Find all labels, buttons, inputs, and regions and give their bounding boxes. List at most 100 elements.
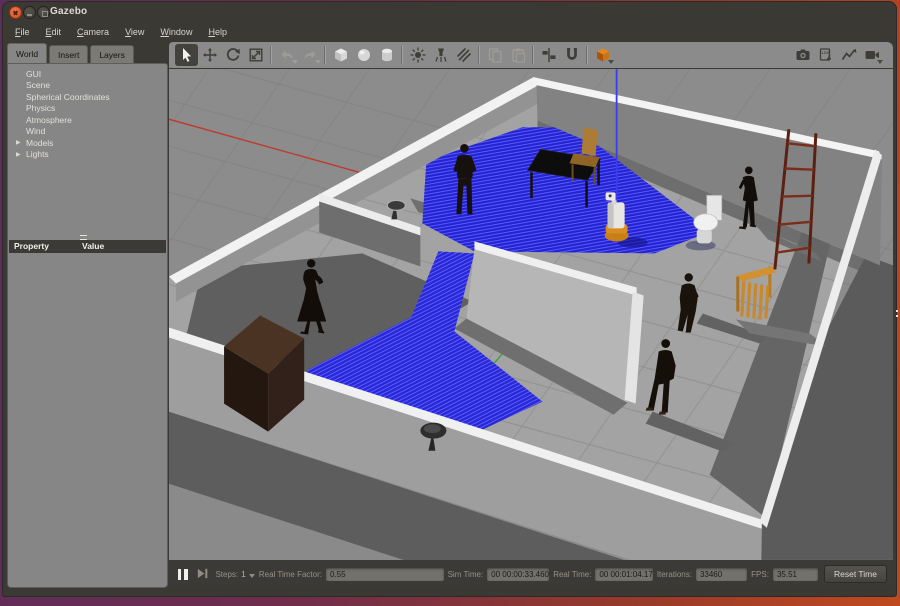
- directional-light-icon: [454, 47, 473, 63]
- toolbar-separator: [532, 46, 534, 64]
- screenshot-button[interactable]: [791, 44, 814, 66]
- redo-button[interactable]: [298, 44, 321, 66]
- maximize-window-icon[interactable]: [37, 6, 50, 19]
- steps-spinner[interactable]: Steps: 1: [215, 569, 254, 579]
- fps-value: 35.51: [773, 568, 818, 581]
- property-table-header: Property Value: [9, 240, 166, 253]
- steps-value: 1: [241, 569, 246, 579]
- sim-time-label: Sim Time:: [448, 570, 484, 579]
- iterations-value: 33460: [696, 568, 747, 581]
- box-button[interactable]: [329, 44, 352, 66]
- video-record-button[interactable]: [860, 44, 883, 66]
- copy-button[interactable]: [483, 44, 506, 66]
- data-logger-icon: LOG: [816, 47, 835, 63]
- toolbar-right-group: LOG: [791, 44, 883, 66]
- panel-tabs: WorldInsertLayers: [7, 43, 134, 63]
- cylinder-button[interactable]: [375, 44, 398, 66]
- main-toolbar: LOG: [169, 42, 893, 68]
- translate-button[interactable]: [198, 44, 221, 66]
- tree-item-gui[interactable]: GUI: [8, 68, 167, 80]
- menu-bar: FileEditCameraViewWindowHelp: [3, 24, 896, 42]
- tree-item-scene[interactable]: Scene: [8, 80, 167, 92]
- rtf-label: Real Time Factor:: [259, 570, 322, 579]
- status-bar: Steps: 1 Real Time Factor: 0.55 Sim Time…: [169, 560, 893, 588]
- rtf-value: 0.55: [326, 568, 444, 581]
- menu-edit[interactable]: Edit: [38, 24, 70, 42]
- reset-time-button[interactable]: Reset Time: [824, 565, 887, 583]
- tree-item-physics[interactable]: Physics: [8, 103, 167, 115]
- copy-icon: [485, 47, 504, 63]
- menu-view[interactable]: View: [117, 24, 152, 42]
- align-button[interactable]: [537, 44, 560, 66]
- cylinder-icon: [377, 47, 396, 63]
- window-title: Gazebo: [50, 6, 87, 17]
- real-time-label: Real Time:: [553, 570, 591, 579]
- property-column-header: Property: [9, 240, 82, 253]
- toolbar-separator: [586, 46, 588, 64]
- step-button[interactable]: [194, 565, 211, 583]
- sphere-icon: [354, 47, 373, 63]
- snap-button[interactable]: [560, 44, 583, 66]
- menu-window[interactable]: Window: [152, 24, 200, 42]
- expand-arrow-icon[interactable]: ▶: [16, 151, 26, 158]
- box-icon: [331, 47, 350, 63]
- sim-time-value: 00 00:00:33.460: [487, 568, 549, 581]
- tree-item-lights[interactable]: ▶Lights: [8, 149, 167, 161]
- plot-button[interactable]: [837, 44, 860, 66]
- spot-light-button[interactable]: [429, 44, 452, 66]
- world-tree: GUISceneSpherical CoordinatesPhysicsAtmo…: [8, 68, 167, 160]
- snap-icon: [562, 47, 581, 63]
- menu-file[interactable]: File: [7, 24, 38, 42]
- fps-label: FPS:: [751, 570, 769, 579]
- plot-icon: [839, 47, 858, 63]
- tree-item-wind[interactable]: Wind: [8, 126, 167, 138]
- toolbar-separator: [270, 46, 272, 64]
- scale-icon: [246, 47, 265, 63]
- rotate-button[interactable]: [221, 44, 244, 66]
- pause-button[interactable]: [175, 565, 190, 583]
- directional-light-button[interactable]: [452, 44, 475, 66]
- toolbar-separator: [478, 46, 480, 64]
- dropdown-caret-icon[interactable]: [608, 60, 614, 64]
- tree-item-atmosphere[interactable]: Atmosphere: [8, 114, 167, 126]
- iterations-label: Iterations:: [657, 570, 692, 579]
- steps-caret-icon[interactable]: [249, 574, 255, 578]
- point-light-icon: [408, 47, 427, 63]
- spot-light-icon: [431, 47, 450, 63]
- sphere-button[interactable]: [352, 44, 375, 66]
- left-panel: WorldInsertLayers GUISceneSpherical Coor…: [7, 43, 168, 587]
- align-icon: [539, 47, 558, 63]
- svg-text:LOG: LOG: [821, 51, 829, 55]
- steps-label: Steps:: [215, 570, 238, 579]
- right-panel-splitter[interactable]: [893, 69, 900, 560]
- toolbar-left-group: [175, 44, 614, 66]
- point-light-button[interactable]: [406, 44, 429, 66]
- gazebo-window: Gazebo FileEditCameraViewWindowHelp Worl…: [2, 1, 897, 597]
- toolbar-separator: [401, 46, 403, 64]
- 3d-viewport[interactable]: [169, 69, 893, 560]
- scale-button[interactable]: [244, 44, 267, 66]
- expand-arrow-icon[interactable]: ▶: [16, 139, 26, 146]
- translate-icon: [200, 47, 219, 63]
- undo-button[interactable]: [275, 44, 298, 66]
- menu-help[interactable]: Help: [200, 24, 235, 42]
- real-time-value: 00 00:01:04.172: [595, 568, 652, 581]
- screenshot-icon: [793, 47, 812, 63]
- select-icon: [177, 47, 196, 63]
- value-column-header: Value: [82, 240, 104, 253]
- paste-icon: [508, 47, 527, 63]
- dropdown-caret-icon[interactable]: [877, 60, 883, 64]
- minimize-window-icon[interactable]: [23, 6, 36, 19]
- close-window-icon[interactable]: [9, 6, 22, 19]
- title-bar[interactable]: Gazebo: [3, 2, 896, 24]
- menu-camera[interactable]: Camera: [69, 24, 117, 42]
- world-panel: GUISceneSpherical CoordinatesPhysicsAtmo…: [7, 63, 168, 588]
- toolbar-separator: [324, 46, 326, 64]
- tree-item-spherical-coordinates[interactable]: Spherical Coordinates: [8, 91, 167, 103]
- paste-button[interactable]: [506, 44, 529, 66]
- view-angle-button[interactable]: [591, 44, 614, 66]
- data-logger-button[interactable]: LOG: [814, 44, 837, 66]
- tree-item-models[interactable]: ▶Models: [8, 137, 167, 149]
- select-button[interactable]: [175, 44, 198, 66]
- dropdown-caret-icon[interactable]: [315, 60, 321, 64]
